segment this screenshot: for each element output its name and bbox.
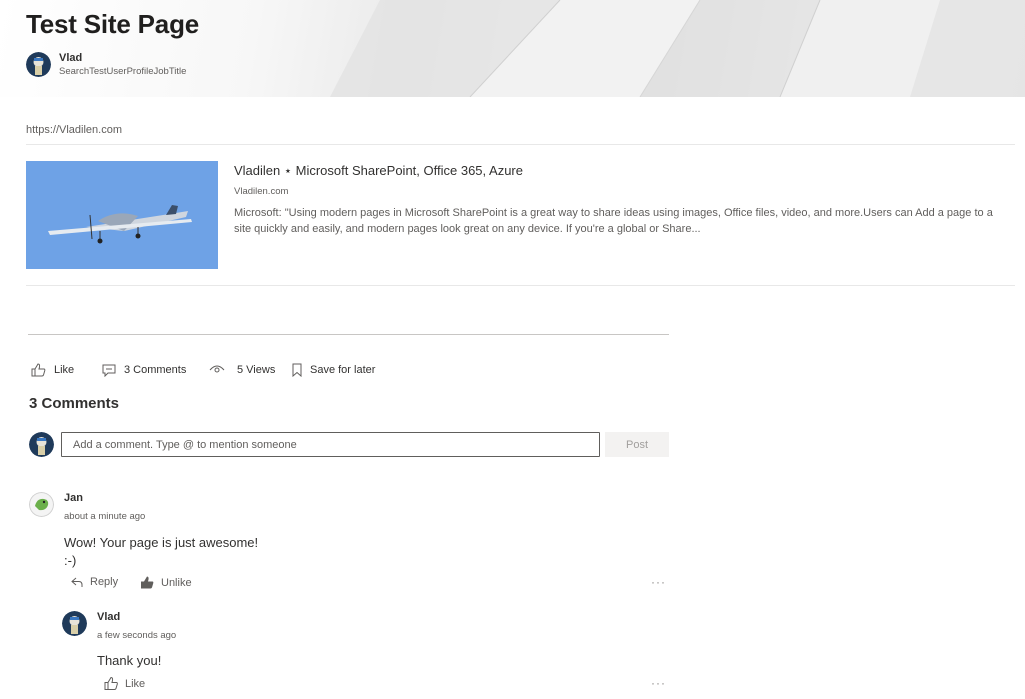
link-url[interactable]: https://Vladilen.com	[26, 124, 122, 136]
comment-icon	[102, 364, 116, 377]
comment-text-line: Thank you!	[97, 653, 162, 668]
preview-description: Microsoft: "Using modern pages in Micros…	[234, 207, 993, 235]
more-options-button[interactable]: ···	[651, 575, 666, 589]
comment-input[interactable]	[61, 432, 600, 457]
save-for-later-label: Save for later	[310, 364, 376, 376]
save-for-later-button[interactable]: Save for later	[292, 360, 375, 380]
preview-domain: Vladilen.com	[234, 186, 289, 197]
eye-icon	[209, 365, 225, 373]
views-count: 5 Views	[209, 360, 275, 380]
comment-author[interactable]: Vlad	[97, 611, 120, 623]
views-label: 5 Views	[237, 364, 276, 376]
reply-label: Reply	[90, 576, 119, 588]
like-comment-button[interactable]: Like	[104, 677, 145, 690]
author-job-title: SearchTestUserProfileJobTitle	[59, 66, 187, 77]
thumbs-up-filled-icon	[141, 576, 154, 589]
author-avatar[interactable]	[26, 52, 51, 77]
commenter-avatar[interactable]	[62, 611, 87, 636]
preview-title[interactable]: Vladilen ⋆ Microsoft SharePoint, Office …	[234, 163, 523, 179]
thumbs-up-icon	[104, 677, 118, 690]
comment-text-line: :-)	[64, 553, 77, 568]
comments-count-button[interactable]: 3 Comments	[102, 360, 186, 380]
unlike-label: Unlike	[161, 576, 192, 589]
commenter-avatar[interactable]	[29, 492, 54, 517]
comment-author[interactable]: Jan	[64, 492, 83, 504]
header-banner: Test Site Page Vlad SearchTestUserProfil…	[0, 0, 1025, 97]
more-options-button[interactable]: ···	[651, 676, 666, 690]
comment-time: about a minute ago	[64, 511, 146, 522]
post-button[interactable]: Post	[605, 432, 669, 457]
like-label: Like	[54, 364, 75, 376]
page-title: Test Site Page	[26, 9, 200, 39]
comment-time: a few seconds ago	[97, 630, 177, 641]
like-button[interactable]: Like	[31, 360, 74, 380]
airplane-image	[26, 161, 218, 269]
current-user-avatar	[29, 432, 54, 457]
like-comment-label: Like	[125, 677, 146, 690]
comment-text-line: Wow! Your page is just awesome!	[64, 535, 259, 550]
preview-image[interactable]	[26, 161, 218, 269]
comments-heading: 3 Comments	[29, 395, 120, 412]
thumbs-up-icon	[31, 363, 46, 377]
comments-count-label: 3 Comments	[124, 364, 187, 376]
author-name[interactable]: Vlad	[59, 52, 82, 64]
reply-icon	[71, 577, 83, 587]
divider	[26, 285, 1015, 286]
bookmark-icon	[292, 363, 302, 377]
divider	[28, 334, 669, 335]
unlike-button[interactable]: Unlike	[140, 576, 192, 589]
divider	[26, 144, 1015, 145]
reply-button[interactable]: Reply	[71, 576, 118, 588]
